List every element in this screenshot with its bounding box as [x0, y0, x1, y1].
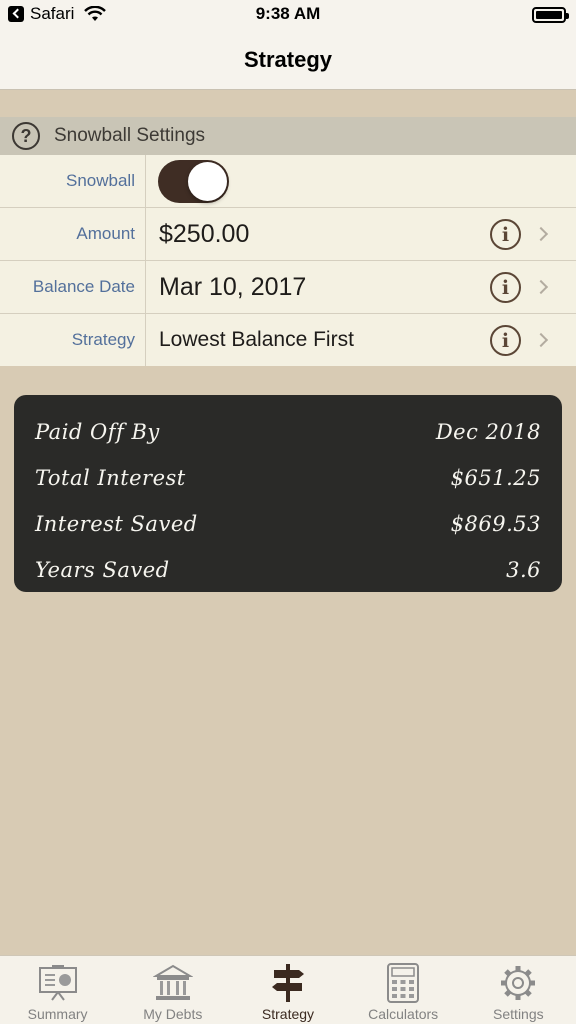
tab-settings[interactable]: Settings: [461, 956, 576, 1024]
tab-strategy[interactable]: Strategy: [230, 956, 345, 1024]
strategy-info-icon[interactable]: i: [490, 325, 521, 356]
battery-icon: [532, 7, 569, 23]
summary-value: 3.6: [506, 558, 541, 582]
snowball-settings-table: Snowball Amount $250.00 i Balance Date M…: [0, 155, 576, 366]
summary-label: Paid Off By: [35, 420, 160, 444]
amount-info-icon[interactable]: i: [490, 219, 521, 250]
summary-label: Interest Saved: [35, 512, 198, 536]
signpost-icon: [266, 963, 310, 1003]
payoff-summary-board: Paid Off By Dec 2018 Total Interest $651…: [14, 395, 562, 592]
tab-summary[interactable]: Summary: [0, 956, 115, 1024]
balance-date-label: Balance Date: [0, 261, 146, 313]
section-title: Snowball Settings: [54, 125, 206, 146]
snowball-toggle[interactable]: [158, 159, 229, 203]
summary-row: Total Interest $651.25: [35, 455, 541, 501]
tab-label: Strategy: [261, 1006, 315, 1022]
tab-label: Summary: [27, 1006, 88, 1022]
tab-label: Settings: [493, 1006, 544, 1022]
tab-label: Calculators: [368, 1006, 439, 1022]
strategy-row[interactable]: Strategy Lowest Balance First i: [0, 314, 576, 366]
amount-label: Amount: [0, 208, 146, 260]
balance-date-row[interactable]: Balance Date Mar 10, 2017 i: [0, 261, 576, 314]
snowball-row: Snowball: [0, 155, 576, 208]
section-header: ? Snowball Settings: [0, 117, 576, 155]
snowball-label: Snowball: [0, 155, 146, 207]
calculator-icon: [381, 963, 425, 1003]
summary-value: Dec 2018: [435, 420, 541, 444]
tab-my-debts[interactable]: My Debts: [115, 956, 230, 1024]
summary-row: Interest Saved $869.53: [35, 501, 541, 547]
bank-icon: [151, 963, 195, 1003]
summary-label: Total Interest: [35, 466, 186, 490]
summary-value: $869.53: [450, 512, 541, 536]
tab-bar: Summary My Debts Strategy Calculators Se…: [0, 955, 576, 1024]
toggle-knob: [188, 161, 227, 201]
page-title: Strategy: [243, 47, 333, 72]
balance-date-info-icon[interactable]: i: [490, 272, 521, 303]
summary-value: $651.25: [450, 466, 541, 490]
status-bar: Safari 9:38 AM: [0, 0, 576, 32]
tab-label: My Debts: [143, 1006, 203, 1022]
summary-row: Years Saved 3.6: [35, 547, 541, 593]
navigation-bar: Strategy: [0, 32, 576, 90]
strategy-label: Strategy: [0, 314, 146, 366]
help-question-icon[interactable]: ?: [12, 122, 40, 150]
summary-label: Years Saved: [35, 558, 170, 582]
status-time: 9:38 AM: [255, 4, 321, 23]
gear-icon: [496, 963, 540, 1003]
summary-row: Paid Off By Dec 2018: [35, 409, 541, 455]
amount-row[interactable]: Amount $250.00 i: [0, 208, 576, 261]
presentation-board-icon: [36, 963, 80, 1003]
tab-calculators[interactable]: Calculators: [346, 956, 461, 1024]
